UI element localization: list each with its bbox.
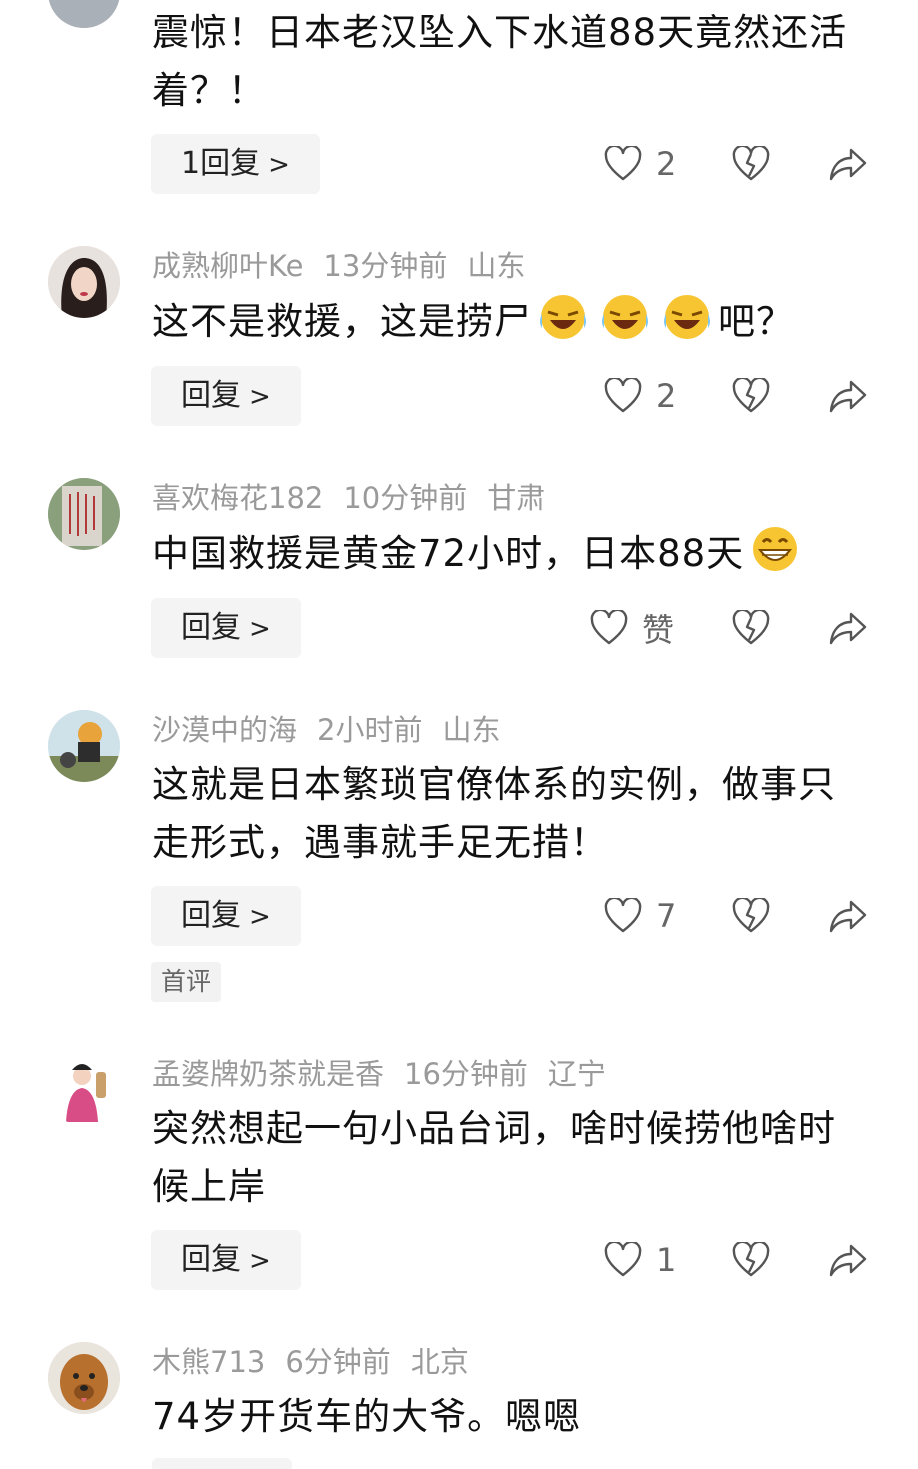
heart-outline-icon (590, 610, 628, 645)
comment-meta: 成熟柳叶Ke 13分钟前 山东 (152, 248, 545, 284)
location: 山东 (442, 713, 501, 747)
comment-meta: 孟婆牌奶茶就是香 16分钟前 辽宁 (152, 1056, 626, 1092)
reply-button[interactable]: 回复 > (151, 598, 301, 658)
avatar[interactable] (48, 246, 120, 318)
chevron-right-icon: > (249, 614, 271, 644)
chevron-right-icon: > (249, 902, 271, 932)
share-arrow-icon (829, 148, 867, 181)
timestamp: 16分钟前 (404, 1057, 528, 1091)
first-comment-badge: 首评 (151, 962, 222, 1002)
comment-feed: 震惊！日本老汉坠入下水道88天竟然还活着？！ 1回复 > 2 成熟柳叶Ke 13分钟… (0, 0, 918, 1469)
avatar[interactable] (48, 1054, 120, 1126)
share-button[interactable] (828, 888, 868, 944)
avatar[interactable] (48, 0, 120, 28)
avatar[interactable] (48, 710, 120, 782)
share-button[interactable] (828, 600, 868, 656)
like-button[interactable]: 2 (604, 136, 676, 192)
dislike-button[interactable] (732, 600, 770, 656)
grinning-emoji (753, 527, 798, 571)
reply-button[interactable] (152, 1458, 292, 1469)
like-button[interactable]: 2 (604, 368, 676, 424)
dislike-button[interactable] (732, 888, 770, 944)
like-count: 2 (656, 145, 677, 183)
username[interactable]: 喜欢梅花182 (152, 481, 323, 515)
avatar[interactable] (48, 478, 120, 550)
like-count: 赞 (642, 611, 675, 649)
comment-text: 这就是日本繁琐官僚体系的实例，做事只走形式，遇事就手足无措！ (152, 763, 836, 864)
like-button[interactable]: 赞 (590, 600, 674, 656)
reply-button[interactable]: 回复 > (151, 1230, 301, 1290)
reply-button[interactable]: 1回复 > (151, 134, 320, 194)
like-count: 7 (656, 897, 677, 935)
rolling-laughing-emoji (602, 295, 648, 339)
share-button[interactable] (828, 1232, 868, 1288)
location: 甘肃 (487, 481, 546, 515)
reply-button[interactable]: 回复 > (151, 886, 301, 946)
comment-text: 这不是救援，这是捞尸 吧？ (152, 292, 872, 351)
broken-heart-icon (732, 378, 770, 413)
comment-text: 中国救援是黄金72小时，日本88天 (152, 524, 872, 583)
chevron-right-icon: > (268, 150, 290, 180)
timestamp: 6分钟前 (285, 1345, 391, 1379)
timestamp: 13分钟前 (323, 249, 448, 283)
share-arrow-icon (829, 612, 867, 645)
broken-heart-icon (732, 610, 770, 645)
like-button[interactable]: 7 (604, 888, 676, 944)
username[interactable]: 成熟柳叶Ke (152, 249, 303, 283)
comment-text: 74岁开货车的大爷。嗯嗯 (152, 1395, 582, 1438)
share-button[interactable] (828, 136, 868, 192)
location: 北京 (410, 1345, 469, 1379)
heart-outline-icon (604, 898, 642, 933)
username[interactable]: 孟婆牌奶茶就是香 (152, 1057, 384, 1091)
heart-outline-icon (604, 378, 642, 413)
comment-meta: 沙漠中的海 2小时前 山东 (152, 712, 520, 748)
chevron-right-icon: > (249, 382, 271, 412)
reply-label: 回复 (181, 1242, 241, 1277)
location: 辽宁 (547, 1057, 606, 1091)
like-button[interactable]: 1 (604, 1232, 676, 1288)
reply-label: 回复 (181, 898, 241, 933)
chevron-right-icon: > (249, 1246, 271, 1276)
broken-heart-icon (732, 1242, 770, 1277)
comment-text: 震惊！日本老汉坠入下水道88天竟然还活着？！ (152, 11, 848, 112)
comment-text-part: 中国救援是黄金72小时，日本88天 (152, 532, 745, 575)
avatar[interactable] (48, 1342, 120, 1414)
like-count: 1 (656, 1241, 677, 1279)
share-button[interactable] (828, 368, 868, 424)
reply-button[interactable]: 回复 > (151, 366, 301, 426)
comment-text: 突然想起一句小品台词，啥时候捞他啥时候上岸 (152, 1107, 836, 1208)
share-arrow-icon (829, 380, 867, 413)
comment-meta: 喜欢梅花182 10分钟前 甘肃 (152, 480, 565, 516)
share-arrow-icon (829, 1244, 867, 1277)
share-arrow-icon (829, 900, 867, 933)
reply-label: 回复 (181, 610, 241, 645)
username[interactable]: 木熊713 (152, 1345, 265, 1379)
username[interactable]: 沙漠中的海 (152, 713, 297, 747)
heart-outline-icon (604, 146, 642, 181)
dislike-button[interactable] (732, 1232, 770, 1288)
dislike-button[interactable] (732, 368, 770, 424)
reply-label: 1回复 (181, 146, 261, 181)
comment-meta: 木熊713 6分钟前 北京 (152, 1344, 489, 1380)
comment-text-part: 这不是救援，这是捞尸 (152, 300, 532, 343)
timestamp: 10分钟前 (343, 481, 468, 515)
rolling-laughing-emoji (540, 295, 586, 339)
comment-text-part: 吧？ (718, 300, 794, 343)
dislike-button[interactable] (732, 136, 770, 192)
broken-heart-icon (732, 898, 770, 933)
like-count: 2 (656, 377, 677, 415)
heart-outline-icon (604, 1242, 642, 1277)
broken-heart-icon (732, 146, 770, 181)
rolling-laughing-emoji (664, 295, 710, 339)
reply-label: 回复 (181, 378, 241, 413)
timestamp: 2小时前 (317, 713, 423, 747)
location: 山东 (467, 249, 526, 283)
